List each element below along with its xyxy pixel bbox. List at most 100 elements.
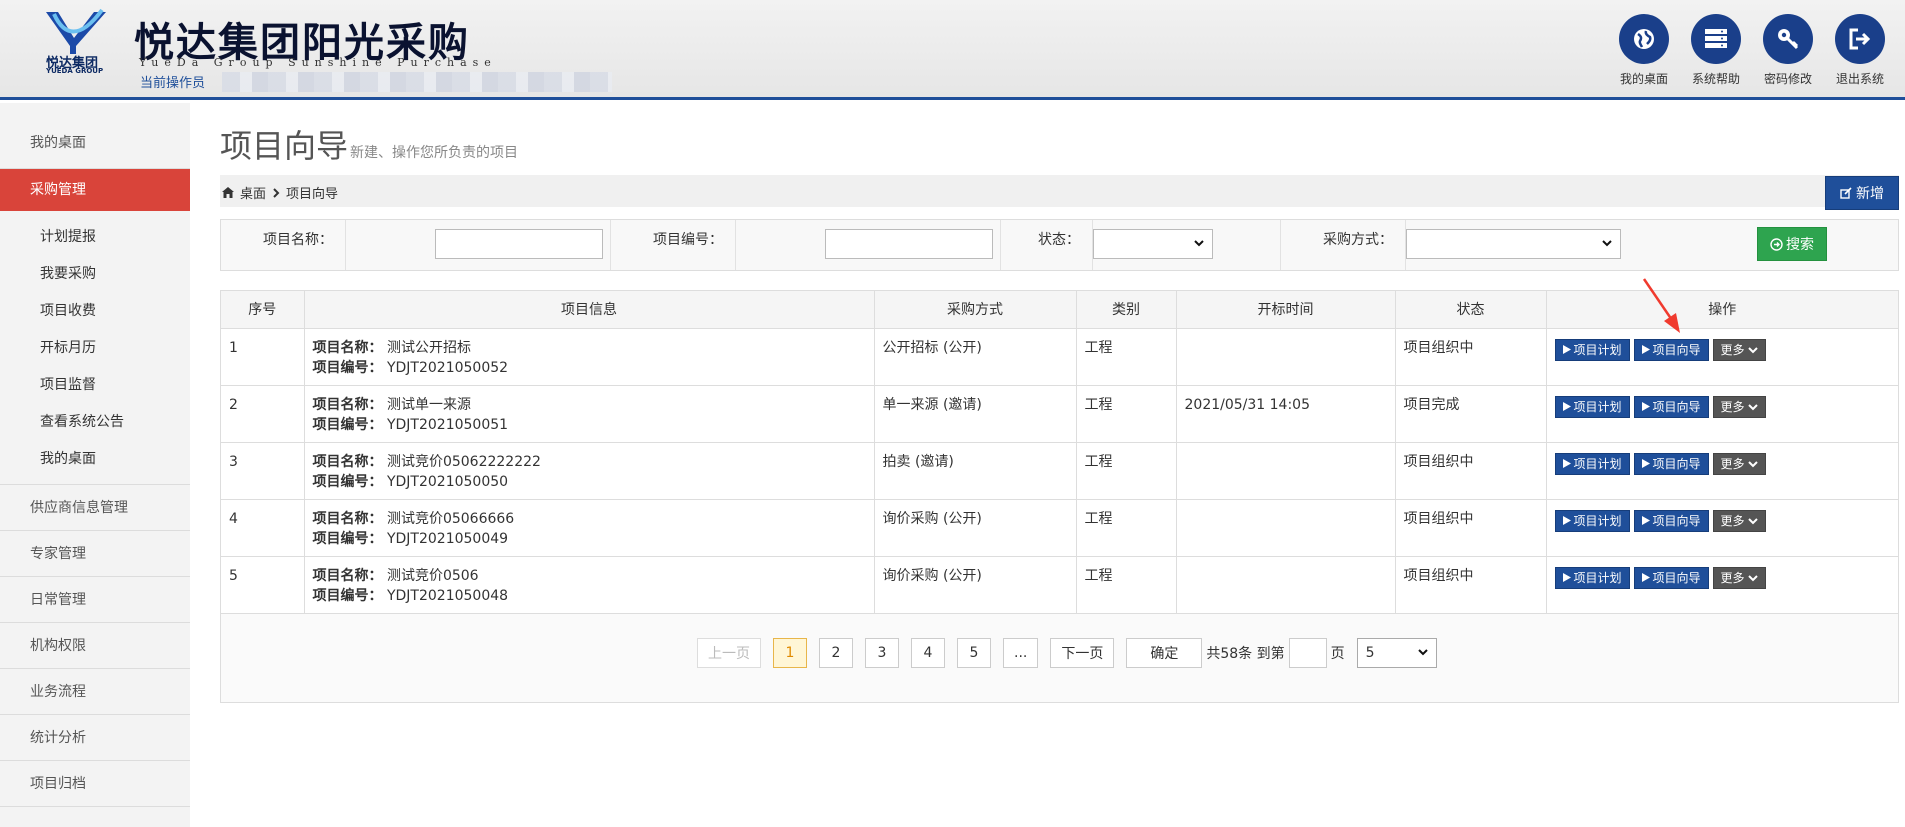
project-plan-button[interactable]: 项目计划 xyxy=(1554,452,1630,475)
category-cell: 工程 xyxy=(1076,328,1177,386)
project-table-container: 序号 项目信息 采购方式 类别 开标时间 状态 操作 1 项目名称： 测试公开招标… xyxy=(220,290,1899,703)
column-header: 序号 xyxy=(221,291,305,329)
breadcrumb: 桌面 项目向导 xyxy=(222,183,338,202)
more-label: 更多 xyxy=(1720,342,1745,357)
more-label: 更多 xyxy=(1720,513,1745,528)
sidebar-sub-calendar[interactable]: 开标月历 xyxy=(0,330,190,367)
page-button-3[interactable]: 3 xyxy=(865,637,899,668)
page-size-select[interactable]: 5 xyxy=(1356,637,1437,668)
sidebar-sub-supervision[interactable]: 项目监督 xyxy=(0,367,190,404)
row-number: 3 xyxy=(221,442,305,500)
total-count-text: 共58条 到第 xyxy=(1206,645,1285,662)
add-new-button[interactable]: 新增 xyxy=(1825,176,1899,210)
project-name-input[interactable] xyxy=(435,229,603,259)
change-password-button[interactable]: 密码修改 xyxy=(1763,14,1813,87)
sidebar-item-daily[interactable]: 日常管理 xyxy=(0,577,190,623)
my-desktop-button[interactable]: 我的桌面 xyxy=(1619,14,1669,87)
status-cell: 项目组织中 xyxy=(1395,328,1547,386)
pagination: 上一页 1 2 3 4 5 ... 下一页 确定 共58条 到第 页 5 xyxy=(697,637,1437,668)
search-button[interactable]: 搜索 xyxy=(1757,227,1827,261)
search-filter-bar: 项目名称： 项目编号： 状态： 采购方式： 搜索 xyxy=(220,219,1899,271)
sidebar-sub-fees[interactable]: 项目收费 xyxy=(0,293,190,330)
breadcrumb-home[interactable]: 桌面 xyxy=(240,183,266,202)
sidebar-item-procurement[interactable]: 采购管理 xyxy=(0,169,190,211)
project-plan-button[interactable]: 项目计划 xyxy=(1554,566,1630,589)
row-number: 4 xyxy=(221,499,305,557)
project-plan-label: 项目计划 xyxy=(1573,513,1622,528)
play-icon xyxy=(1562,459,1571,468)
sidebar-item-statistics[interactable]: 统计分析 xyxy=(0,715,190,761)
sidebar-sub-purchase[interactable]: 我要采购 xyxy=(0,256,190,293)
project-plan-label: 项目计划 xyxy=(1573,456,1622,471)
sidebar-item-workflow[interactable]: 业务流程 xyxy=(0,669,190,715)
more-actions-button[interactable]: 更多 xyxy=(1712,395,1766,418)
more-actions-button[interactable]: 更多 xyxy=(1712,566,1766,589)
play-icon xyxy=(1641,516,1650,525)
play-icon xyxy=(1641,573,1650,582)
red-annotation-arrow-icon xyxy=(1642,278,1680,333)
sidebar-item-supplier[interactable]: 供应商信息管理 xyxy=(0,485,190,531)
more-actions-button[interactable]: 更多 xyxy=(1712,338,1766,361)
page-button-5[interactable]: 5 xyxy=(957,637,991,668)
page-button-1[interactable]: 1 xyxy=(773,637,807,668)
project-guide-label: 项目向导 xyxy=(1652,456,1701,471)
sidebar-sub-announcements[interactable]: 查看系统公告 xyxy=(0,404,190,441)
project-info-cell: 项目名称： 测试竞价05066666 项目编号： YDJT2021050049 xyxy=(304,499,875,557)
chevron-down-icon xyxy=(1194,240,1204,247)
chevron-down-icon xyxy=(1602,240,1612,247)
play-icon xyxy=(1562,516,1571,525)
status-label: 状态： xyxy=(1038,232,1080,248)
more-label: 更多 xyxy=(1720,456,1745,471)
page-title-text: 项目向导 xyxy=(220,127,349,165)
sidebar-sub-plan-submit[interactable]: 计划提报 xyxy=(0,219,190,256)
sidebar-submenu: 计划提报 我要采购 项目收费 开标月历 项目监督 查看系统公告 我的桌面 xyxy=(0,211,190,485)
page-button-4[interactable]: 4 xyxy=(911,637,945,668)
sidebar-item-permissions[interactable]: 机构权限 xyxy=(0,623,190,669)
prev-page-button[interactable]: 上一页 xyxy=(697,637,761,668)
edit-icon xyxy=(1840,187,1852,199)
chevron-down-icon xyxy=(1747,403,1758,410)
sidebar-sub-my-desktop[interactable]: 我的桌面 xyxy=(0,441,190,478)
confirm-page-button[interactable]: 确定 xyxy=(1126,637,1203,668)
sidebar-item-archive[interactable]: 项目归档 xyxy=(0,761,190,807)
play-icon xyxy=(1562,345,1571,354)
category-cell: 工程 xyxy=(1076,556,1177,614)
project-guide-button[interactable]: 项目向导 xyxy=(1633,566,1709,589)
next-page-button[interactable]: 下一页 xyxy=(1050,637,1115,668)
project-table: 序号 项目信息 采购方式 类别 开标时间 状态 操作 1 项目名称： 测试公开招标… xyxy=(221,291,1898,614)
page-title: 项目向导 新建、操作您所负责的项目 xyxy=(220,121,518,167)
breadcrumb-bar: 桌面 项目向导 新增 xyxy=(220,175,1899,210)
status-select[interactable] xyxy=(1093,229,1213,259)
project-plan-button[interactable]: 项目计划 xyxy=(1554,338,1630,361)
project-guide-button[interactable]: 项目向导 xyxy=(1633,338,1709,361)
purchase-method-select[interactable] xyxy=(1406,229,1621,259)
open-time-cell xyxy=(1176,499,1396,557)
status-cell: 项目完成 xyxy=(1395,385,1547,443)
page-button-2[interactable]: 2 xyxy=(819,637,853,668)
operations-cell: 项目计划 项目向导 更多 xyxy=(1546,556,1898,614)
more-actions-button[interactable]: 更多 xyxy=(1712,509,1766,532)
project-guide-button[interactable]: 项目向导 xyxy=(1633,509,1709,532)
project-plan-button[interactable]: 项目计划 xyxy=(1554,395,1630,418)
project-name-label: 项目名称： xyxy=(263,232,333,248)
project-guide-button[interactable]: 项目向导 xyxy=(1633,452,1709,475)
app-header: 悦达集团 YUEDA GROUP 悦达集团阳光采购 YueDa Group Su… xyxy=(0,0,1905,100)
system-help-button[interactable]: 系统帮助 xyxy=(1691,14,1741,87)
project-info-cell: 项目名称： 测试竞价05062222222 项目编号： YDJT202105005… xyxy=(304,442,875,500)
sidebar: 我的桌面 采购管理 计划提报 我要采购 项目收费 开标月历 项目监督 查看系统公… xyxy=(0,103,190,827)
sidebar-item-label: 机构权限 xyxy=(30,638,86,654)
project-plan-button[interactable]: 项目计划 xyxy=(1554,509,1630,532)
more-actions-button[interactable]: 更多 xyxy=(1712,452,1766,475)
page-ellipsis[interactable]: ... xyxy=(1003,637,1039,668)
project-info-cell: 项目名称： 测试竞价0506 项目编号： YDJT2021050048 xyxy=(304,556,875,614)
project-code-input[interactable] xyxy=(825,229,993,259)
category-cell: 工程 xyxy=(1076,499,1177,557)
sidebar-item-experts[interactable]: 专家管理 xyxy=(0,531,190,577)
sidebar-item-my-desktop[interactable]: 我的桌面 xyxy=(0,103,190,169)
row-number: 5 xyxy=(221,556,305,614)
project-guide-button[interactable]: 项目向导 xyxy=(1633,395,1709,418)
row-number: 1 xyxy=(221,328,305,386)
logout-button[interactable]: 退出系统 xyxy=(1835,14,1885,87)
goto-page-input[interactable] xyxy=(1288,637,1327,668)
chevron-down-icon xyxy=(1747,346,1758,353)
